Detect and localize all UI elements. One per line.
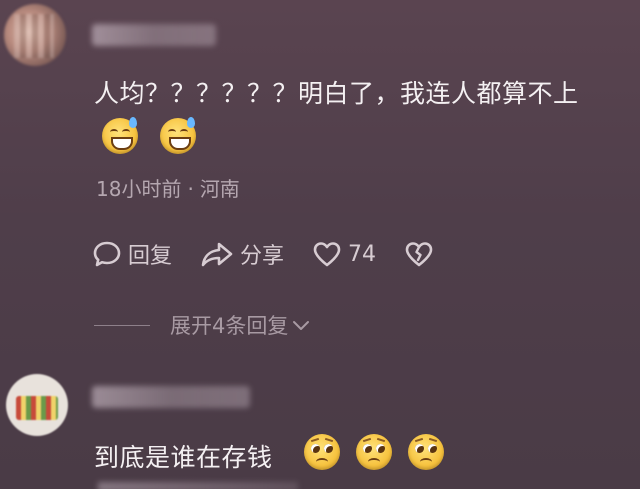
share-arrow-icon <box>201 242 233 267</box>
comment-actions: 回复 分享 74 <box>92 238 468 270</box>
speech-bubble-icon <box>93 241 121 267</box>
truncated-text-blurred <box>98 482 298 489</box>
username-blurred[interactable] <box>92 24 216 46</box>
comment-text: 人均？？？？？？明白了，我连人都算不上 <box>94 79 579 108</box>
reply-label: 回复 <box>128 244 173 269</box>
pleading-face-icon <box>356 434 392 470</box>
comment-location: 河南 <box>199 177 240 201</box>
emoji-row <box>102 117 196 154</box>
grin-sweat-icon <box>102 117 138 154</box>
pleading-face-icon <box>304 434 340 470</box>
expand-replies-button[interactable]: 展开4条回复 <box>94 310 310 340</box>
broken-heart-icon <box>405 242 433 267</box>
grin-sweat-icon <box>160 117 196 154</box>
avatar[interactable] <box>4 4 66 66</box>
avatar[interactable] <box>6 374 68 436</box>
like-count: 74 <box>348 241 377 267</box>
dislike-button[interactable] <box>404 240 440 268</box>
divider-line <box>94 324 150 326</box>
emoji-row <box>304 434 444 470</box>
chevron-down-icon <box>293 321 310 330</box>
username-blurred[interactable] <box>92 386 250 408</box>
comment-meta: 18小时前 · 河南 <box>96 173 240 202</box>
pleading-face-icon <box>408 434 444 470</box>
like-button[interactable]: 74 <box>312 240 376 268</box>
share-label: 分享 <box>240 244 285 269</box>
reply-button[interactable]: 回复 <box>92 238 172 270</box>
meta-separator: · <box>187 177 194 201</box>
share-button[interactable]: 分享 <box>200 238 284 270</box>
expand-replies-label: 展开4条回复 <box>170 314 289 338</box>
comment-time: 18小时前 <box>96 177 182 201</box>
comment-text: 到底是谁在存钱 <box>94 443 273 472</box>
heart-icon <box>313 242 341 267</box>
